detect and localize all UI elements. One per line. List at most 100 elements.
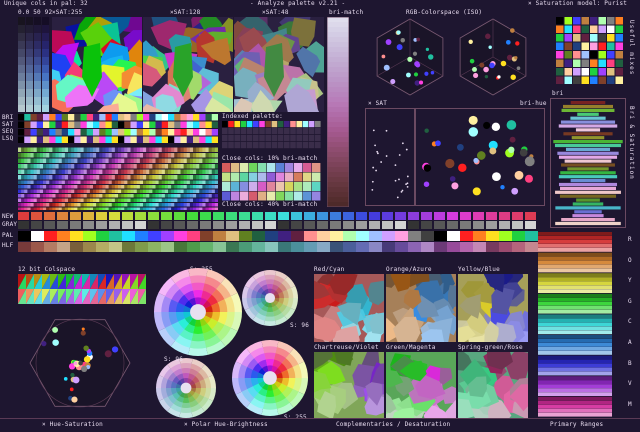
rgb-point [484, 74, 489, 79]
sorted-row-cell [199, 203, 203, 207]
sorted-row-cell [174, 147, 178, 152]
rgb-colorspace-panel[interactable] [365, 17, 545, 97]
brihue-scatter-panel[interactable] [415, 108, 545, 206]
bri-match-cell [327, 147, 349, 152]
sorted-row-cell [136, 114, 144, 121]
colspace12-panel[interactable] [18, 274, 146, 304]
sorted-row-cell [202, 207, 206, 210]
sorted-row-cell [39, 207, 44, 210]
mix-cell [590, 25, 598, 33]
orange-azure-panel[interactable] [386, 274, 456, 342]
sorted-row-cell [177, 185, 181, 189]
strip-new [187, 212, 198, 220]
chartreuse-violet-panel[interactable] [314, 352, 384, 418]
sorted-row-cell [208, 175, 213, 180]
sorted-row-cell [211, 203, 216, 207]
sorted-row-cell [68, 129, 75, 136]
primary-range-bar [538, 412, 612, 417]
sorted-row-cell [124, 203, 128, 207]
sorted-row-cell [211, 207, 216, 210]
sorted-row-cell [118, 121, 125, 128]
bri-match-cell [327, 127, 349, 132]
sat-scatter-panel[interactable] [365, 108, 415, 206]
sat-point [406, 175, 409, 178]
sorted-row-cell [21, 158, 25, 163]
hue-saturation-panel[interactable] [20, 308, 140, 418]
sorted-row-cell [102, 194, 106, 198]
sorted-row-cell [52, 189, 56, 193]
sorted-row-cell [161, 121, 169, 128]
indexed-cell [246, 121, 253, 128]
sorted-row-cell [152, 153, 156, 158]
primary-range-bar [538, 232, 612, 236]
rgb-colorspace-label: RGB-Colorspace (ISO) [406, 9, 483, 16]
sorted-row-cell [18, 158, 22, 163]
bri-match-cell [327, 47, 349, 52]
strip-pal [421, 231, 434, 241]
sorted-row-cell [21, 198, 25, 202]
saturation-model-label[interactable]: × Saturation model: Purist [528, 0, 627, 8]
indexed-cell [265, 135, 271, 142]
strip-hlf [473, 242, 486, 252]
sorted-row-cell [71, 185, 75, 189]
mix-cell [598, 59, 606, 67]
sorted-row-cell [49, 203, 53, 207]
sorted-row-cell [208, 153, 213, 158]
sorted-row-cell [214, 164, 218, 169]
sorted-row-cell [80, 175, 84, 180]
sorted-row-cell [152, 164, 156, 169]
sat-point [375, 169, 377, 172]
rgb-point [506, 54, 513, 61]
indexed-cell [259, 121, 265, 128]
sorted-row-cell [149, 185, 153, 189]
bri-match-cell [327, 122, 349, 127]
close-col-cell [267, 191, 276, 201]
bri-column-cell [26, 97, 33, 105]
sorted-row-cell [124, 207, 128, 210]
sorted-row-cell [139, 207, 144, 210]
sorted-row-cell [68, 203, 72, 207]
sorted-row-cell [30, 169, 34, 174]
strip-gray [460, 221, 471, 229]
xsat255-panel[interactable] [52, 17, 142, 112]
red-cyan-panel[interactable] [314, 274, 384, 342]
useful-mixes-grid[interactable] [556, 17, 624, 87]
strip-new [226, 212, 237, 220]
indexed-palette-grid[interactable] [222, 121, 322, 151]
sorted-row-cell [118, 158, 122, 163]
sorted-row-cell [83, 153, 88, 158]
sorted-row-cell [105, 158, 109, 163]
strip-hlf [421, 242, 434, 252]
strip-gray [148, 221, 159, 229]
sorted-row-cell [208, 164, 213, 169]
strip-hlf [265, 242, 278, 252]
sorted-row-cell [211, 194, 216, 198]
bri-saturation-panel[interactable] [550, 98, 626, 228]
green-magenta-panel[interactable] [386, 352, 456, 418]
xsat48-panel[interactable] [234, 17, 324, 112]
strip-new [70, 212, 81, 220]
sorted-row-cell [211, 189, 216, 193]
polar-hue-brightness-panel[interactable] [150, 266, 312, 418]
sorted-row-cell [77, 203, 81, 207]
xsat128-panel[interactable] [143, 17, 233, 112]
spring-rose-panel[interactable] [458, 352, 528, 418]
sorted-row-cell [180, 136, 188, 143]
strip-pal [226, 231, 239, 241]
yellow-blue-panel[interactable] [458, 274, 528, 342]
rgb-point [515, 41, 520, 46]
sorted-row-cell [202, 180, 206, 184]
sorted-row-cell [155, 158, 159, 163]
palette-strip[interactable] [18, 212, 538, 262]
sorted-row-cell [199, 158, 203, 163]
sorted-row-cell [168, 121, 175, 128]
bri-column-cell [42, 89, 49, 97]
sorted-row-cell [130, 158, 134, 163]
rgb-point [469, 58, 475, 64]
strip-label-hlf: HLF [2, 242, 14, 249]
primary-ranges-panel[interactable] [538, 232, 624, 418]
sorted-row-cell [55, 169, 59, 174]
bri-match-cell [327, 42, 349, 47]
sorted-row-cell [205, 114, 213, 121]
hue-sat-point [73, 361, 78, 366]
